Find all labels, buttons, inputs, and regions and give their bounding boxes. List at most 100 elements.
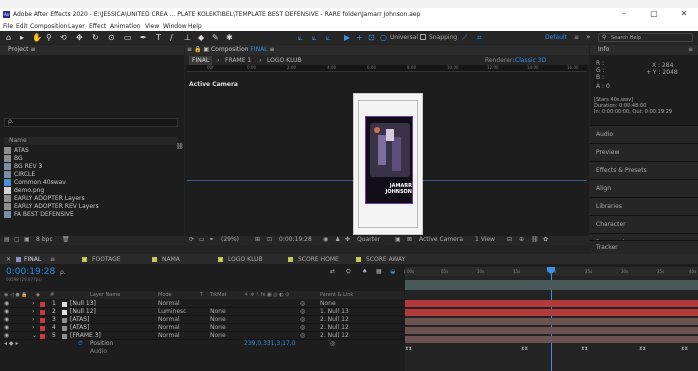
tab-final[interactable]: FINAL [189,56,213,65]
workspace-menu-icon[interactable]: ≡ [574,33,579,42]
table-row[interactable]: ◉ ⌄ 5 [FRAME 3] Normal None ◎ 2. Null 12 [0,332,404,340]
shy-icon[interactable]: ♠ [362,268,367,275]
close-button[interactable]: ✕ [675,9,693,18]
renderer-value[interactable]: Classic 3D [515,57,546,64]
camera-dropdown[interactable]: Active Camera [419,236,463,243]
bpc-label[interactable]: 8 bpc [36,236,53,243]
view-axis-icon[interactable]: ⟀ [326,33,331,43]
close-icon[interactable]: ✕ [6,256,11,263]
panel-preview[interactable]: Preview [590,143,698,161]
mask-icon[interactable]: ⚭ [209,236,214,243]
pen-tool-icon[interactable]: ✒ [140,33,147,42]
reset-exposure-icon[interactable]: ⊕ [519,236,524,243]
current-time-display[interactable]: 0:00:19:28 [279,236,312,243]
frame-icon[interactable]: ⊡ [368,33,375,42]
tab-final[interactable]: FINAL [24,256,41,263]
panel-effects-presets[interactable]: Effects & Presets [590,161,698,179]
tab-nama[interactable]: NAMA [162,256,180,263]
panel-audio[interactable]: Audio [590,125,698,143]
table-row[interactable]: ◉ › 1 [Null 13] Normal ◎ None [0,300,404,308]
col-layer-name[interactable]: Layer Name [90,291,120,299]
list-item[interactable]: EARLY ADOPTER Layers [4,195,178,203]
rotate-tool-icon[interactable]: ↻ [92,33,99,42]
circle-icon[interactable]: ○ [380,33,387,42]
zoom-value[interactable]: (29%) [221,236,239,243]
tab-score-away[interactable]: SCORE AWAY [366,256,405,263]
table-row[interactable]: ◉ › 4 [ATAS] Normal None ◎ 2. Null 12 [0,324,404,332]
tab-frame-1[interactable]: FRAME 1 [225,57,251,64]
snap-grid-icon[interactable]: ⌗ [477,33,482,43]
interpret-footage-icon[interactable]: ▤ [4,236,10,243]
col-parent[interactable]: Parent & Link [320,291,353,299]
list-item[interactable]: CIRCLE [4,171,178,179]
motion-blur-icon[interactable]: ◒ [390,268,395,275]
panel-tracker[interactable]: Tracker [590,240,698,254]
fit-icon[interactable]: ⊡ [267,236,272,243]
region-interest-icon[interactable]: ▣ [395,236,401,243]
menu-help[interactable]: Help [188,23,202,30]
snapping-checkbox[interactable] [420,34,426,40]
position-value[interactable]: 239,0,331,3,17,0 [244,340,296,348]
timeline-search[interactable]: ρ. [60,269,66,276]
flowchart-icon[interactable]: ⛓ [531,236,539,243]
work-area-bar[interactable] [405,280,698,290]
menu-view[interactable]: View [145,23,159,30]
orbit-tool-icon[interactable]: ⟲ [60,33,67,42]
delete-icon[interactable]: 🗑 [62,236,70,243]
show-snapshot-icon[interactable]: ♟ [335,236,340,243]
transparency-grid-icon[interactable]: ⊠ [407,236,412,243]
snapshot-icon[interactable]: ◉ [323,236,328,243]
add-icon[interactable]: + [356,33,363,42]
new-folder-icon[interactable]: ▢ [14,236,20,243]
panel-character[interactable]: Character [590,215,698,233]
type-tool-icon[interactable]: T [156,33,161,42]
menu-window[interactable]: Window [163,23,187,30]
zoom-tool-icon[interactable]: ⚲ [46,33,52,42]
col-mode[interactable]: Mode [158,291,172,299]
snap-options-icon[interactable]: ⟋ [462,33,468,43]
view-layout-dropdown[interactable]: 1 View [475,236,495,243]
roto-tool-icon[interactable]: ✎ [212,33,219,42]
region-icon[interactable]: ▭ [199,236,205,243]
table-row[interactable]: ◉ › 2 [Null 12] Luminesc None ◎ 1. Null … [0,308,404,316]
table-row[interactable]: ◉ › 3 [ATAS] Normal None ◎ 2. Null 12 [0,316,404,324]
menu-animation[interactable]: Animation [110,23,141,30]
tab-logo-klub[interactable]: LOGO KLUB [228,256,263,263]
track-bar[interactable] [405,318,698,325]
new-comp-icon[interactable]: ▣ [24,236,30,243]
tab-footage[interactable]: FOOTAGE [92,256,121,263]
list-item[interactable]: BG [4,155,178,163]
track-bar[interactable] [405,309,698,316]
grid-icon[interactable]: ⊞ [255,236,260,243]
minimize-button[interactable]: – [615,9,633,18]
workspace-default[interactable]: Default [545,33,567,42]
shape-tool-icon[interactable]: ▭ [124,33,132,42]
draft-3d-icon[interactable]: ⛭ [346,268,351,276]
eraser-tool-icon[interactable]: ◆ [198,33,204,42]
list-item[interactable]: ATAS [4,147,178,155]
menu-effect[interactable]: Effect [89,23,106,30]
track-bar[interactable] [405,327,698,334]
local-axis-icon[interactable]: ⟀ [298,33,303,43]
list-item[interactable]: demo.png [4,187,178,195]
search-help-input[interactable]: ⚲ Search Help [598,33,693,42]
hand-tool-icon[interactable]: ✋ [32,33,42,42]
col-trkmat[interactable]: TrkMat [210,291,227,299]
tab-logo-klub[interactable]: LOGO KLUB [267,57,302,64]
camera-tool-icon[interactable]: ⊙ [108,33,115,42]
selection-tool-icon[interactable]: ▸ [20,33,24,42]
list-item[interactable]: EARLY ADOPTER REV Layers [4,203,178,211]
restore-button[interactable]: ▢ [645,9,663,18]
universal-toggle[interactable]: Universal [390,33,418,42]
world-axis-icon[interactable]: ⟀ [312,33,317,43]
exposure-icon[interactable]: ✿ [543,236,548,243]
project-search-input[interactable]: ρ. [4,118,178,127]
resolution-value[interactable]: Quarter [357,236,380,243]
menu-composition[interactable]: Composition [30,23,67,30]
menu-layer[interactable]: Layer [68,23,85,30]
play-icon[interactable]: ▶ [344,33,350,42]
pan-tool-icon[interactable]: ✥ [76,33,83,42]
channel-icon[interactable]: ✤ [345,236,350,243]
property-row[interactable]: Audio [0,348,404,356]
track-bar[interactable] [405,300,698,307]
